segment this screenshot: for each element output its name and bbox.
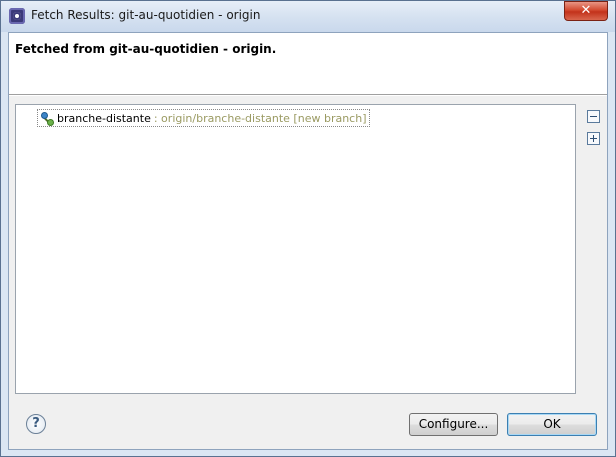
header-title: Fetched from git-au-quotidien - origin. <box>15 42 277 56</box>
configure-button[interactable]: Configure... <box>409 413 498 436</box>
ok-button[interactable]: OK <box>507 413 597 436</box>
fetch-results-tree[interactable]: branche-distante : origin/branche-distan… <box>15 104 576 394</box>
dialog-client-area: Fetched from git-au-quotidien - origin. … <box>8 32 608 450</box>
branch-name: branche-distante <box>57 111 151 125</box>
branch-icon <box>40 111 54 126</box>
tree-item[interactable]: branche-distante : origin/branche-distan… <box>37 109 370 127</box>
branch-detail: : origin/branche-distante [new branch] <box>153 111 367 125</box>
collapse-all-icon[interactable] <box>587 110 600 123</box>
dialog-header: Fetched from git-au-quotidien - origin. <box>9 33 607 94</box>
eclipse-icon <box>9 8 25 24</box>
title-bar[interactable]: Fetch Results: git-au-quotidien - origin… <box>1 1 615 32</box>
fetch-results-dialog: Fetch Results: git-au-quotidien - origin… <box>0 0 616 457</box>
window-title: Fetch Results: git-au-quotidien - origin <box>31 8 261 22</box>
close-button[interactable]: ✕ <box>564 1 608 21</box>
help-icon[interactable]: ? <box>26 414 46 434</box>
expand-all-icon[interactable] <box>587 132 600 145</box>
header-separator-highlight <box>9 95 607 96</box>
